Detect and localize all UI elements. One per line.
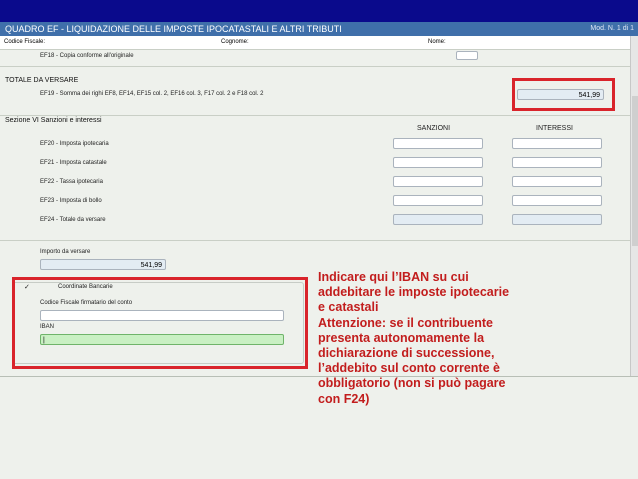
- ef24-sanzioni-total[interactable]: [393, 214, 483, 225]
- ef20-interessi-input[interactable]: [512, 138, 602, 149]
- scrollbar-thumb[interactable]: [632, 96, 638, 246]
- note-line: presenta autonomamente la: [318, 330, 485, 345]
- ef22-sanzioni-input[interactable]: [393, 176, 483, 187]
- totale-section-title: TOTALE DA VERSARE: [5, 77, 79, 84]
- note-line: l’addebito sul conto corrente è: [318, 361, 500, 376]
- vertical-scrollbar[interactable]: [630, 36, 638, 376]
- module-counter: Mod. N. 1 di 1: [590, 25, 634, 32]
- divider: [0, 240, 630, 241]
- codice-fiscale-label: Codice Fiscale:: [4, 39, 46, 45]
- ef22-interessi-input[interactable]: [512, 176, 602, 187]
- window-titlebar: QUADRO EF - LIQUIDAZIONE DELLE IMPOSTE I…: [0, 22, 638, 36]
- note-line: obbligatorio (non si può pagare: [318, 376, 506, 391]
- ef18-input[interactable]: [456, 51, 478, 60]
- ef19-label: EF19 - Somma dei righi EF8, EF14, EF15 c…: [40, 91, 264, 97]
- ef19-highlight-box: [512, 78, 615, 111]
- window-title: QUADRO EF - LIQUIDAZIONE DELLE IMPOSTE I…: [5, 24, 342, 34]
- ef24-interessi-total[interactable]: [512, 214, 602, 225]
- cognome-label: Cognome:: [221, 39, 249, 45]
- note-line: dichiarazione di successione,: [318, 346, 495, 361]
- nome-label: Nome:: [428, 39, 446, 45]
- divider: [0, 115, 630, 116]
- ef23-sanzioni-input[interactable]: [393, 195, 483, 206]
- taxpayer-header: Codice Fiscale: Cognome: Nome:: [0, 36, 630, 50]
- importo-field[interactable]: 541,99: [40, 259, 166, 270]
- note-line: con F24): [318, 391, 370, 406]
- note-line: Attenzione: se il contribuente: [318, 315, 494, 330]
- iban-highlight-box: [12, 277, 308, 369]
- col-sanzioni: SANZIONI: [417, 125, 451, 132]
- note-line: Indicare qui l’IBAN su cui: [318, 270, 469, 284]
- iban-annotation-note: Indicare qui l’IBAN su cui addebitare le…: [318, 270, 558, 407]
- divider: [0, 66, 630, 67]
- sanzioni-section-title: Sezione VI Sanzioni e interessi: [5, 117, 102, 124]
- ef20-sanzioni-input[interactable]: [393, 138, 483, 149]
- note-line: addebitare le imposte ipotecarie: [318, 285, 510, 300]
- importo-label: Importo da versare: [40, 249, 91, 255]
- ef21-sanzioni-input[interactable]: [393, 157, 483, 168]
- ef24-label: EF24 - Totale da versare: [40, 217, 106, 223]
- ef23-label: EF23 - Imposta di bollo: [40, 198, 102, 204]
- ef18-label: EF18 - Copia conforme all'originale: [40, 53, 134, 59]
- col-interessi: INTERESSI: [536, 125, 573, 132]
- ef20-label: EF20 - Imposta ipotecaria: [40, 141, 109, 147]
- ef22-label: EF22 - Tassa ipotecaria: [40, 179, 103, 185]
- ef21-label: EF21 - Imposta catastale: [40, 160, 107, 166]
- note-line: e catastali: [318, 300, 379, 315]
- ef21-interessi-input[interactable]: [512, 157, 602, 168]
- ef23-interessi-input[interactable]: [512, 195, 602, 206]
